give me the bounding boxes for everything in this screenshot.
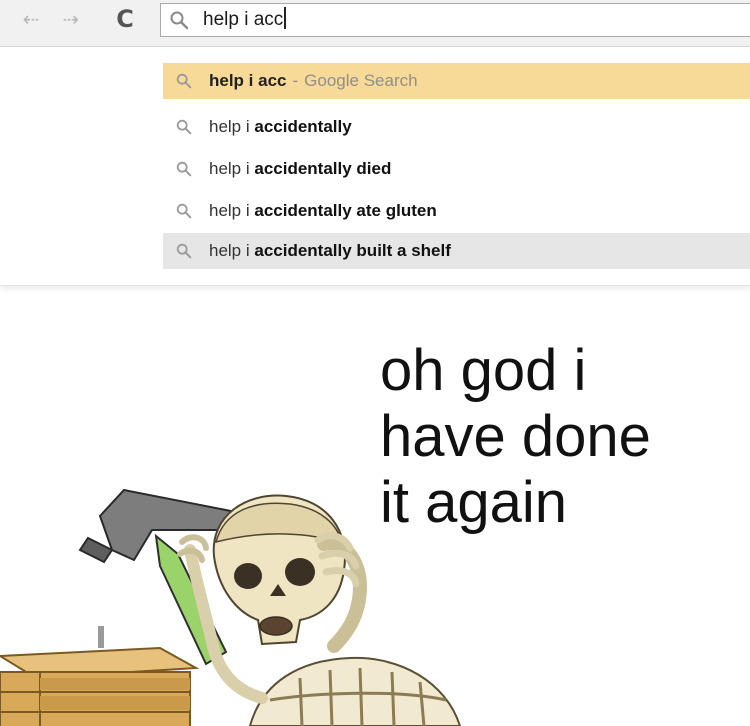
search-icon bbox=[176, 73, 192, 89]
suggestion-separator: - bbox=[292, 71, 299, 90]
suggestion-item[interactable]: help i accidentally bbox=[163, 109, 750, 145]
caption-line-1: oh god i bbox=[380, 338, 587, 403]
reload-icon[interactable]: C bbox=[110, 4, 140, 34]
address-input[interactable]: help i acc bbox=[203, 4, 287, 36]
suggestion-item[interactable]: help i acc - Google Search bbox=[163, 63, 750, 99]
address-input-text: help i acc bbox=[203, 9, 284, 30]
search-icon bbox=[176, 119, 192, 135]
suggestion-item[interactable]: help i accidentally built a shelf bbox=[163, 233, 750, 269]
suggestion-completion: accidentally built a shelf bbox=[254, 241, 451, 260]
suggestion-typed-text: help i bbox=[209, 201, 255, 220]
suggestion-description: Google Search bbox=[304, 71, 418, 90]
suggestion-typed-text: help i bbox=[209, 117, 255, 136]
suggestion-item[interactable]: help i accidentally ate gluten bbox=[163, 193, 750, 229]
back-arrow-icon[interactable]: ⇠ bbox=[16, 4, 46, 34]
skeleton-illustration bbox=[0, 488, 462, 726]
text-caret bbox=[284, 7, 287, 29]
suggestion-item[interactable]: help i accidentally died bbox=[163, 151, 750, 187]
search-icon bbox=[170, 11, 189, 30]
suggestion-completion: accidentally ate gluten bbox=[254, 201, 437, 220]
autocomplete-dropdown: help i acc - Google Search help i accident… bbox=[0, 47, 750, 286]
meme-screenshot: ⇠ ⇢ C help i acc help i acc - Google Searc… bbox=[0, 0, 750, 726]
skeleton-drawing bbox=[177, 494, 462, 726]
search-icon bbox=[176, 203, 192, 219]
suggestion-typed-text: help i acc bbox=[209, 71, 287, 90]
suggestion-completion: accidentally bbox=[254, 117, 352, 136]
suggestion-typed-text: help i bbox=[209, 159, 255, 178]
search-icon bbox=[176, 243, 192, 259]
address-bar[interactable]: help i acc bbox=[160, 3, 750, 37]
suggestion-completion: accidentally died bbox=[254, 159, 392, 178]
search-icon bbox=[176, 161, 192, 177]
forward-arrow-icon[interactable]: ⇢ bbox=[56, 4, 86, 34]
browser-toolbar: ⇠ ⇢ C help i acc bbox=[0, 0, 750, 47]
suggestion-typed-text: help i bbox=[209, 241, 255, 260]
shelf-drawing bbox=[0, 626, 200, 726]
